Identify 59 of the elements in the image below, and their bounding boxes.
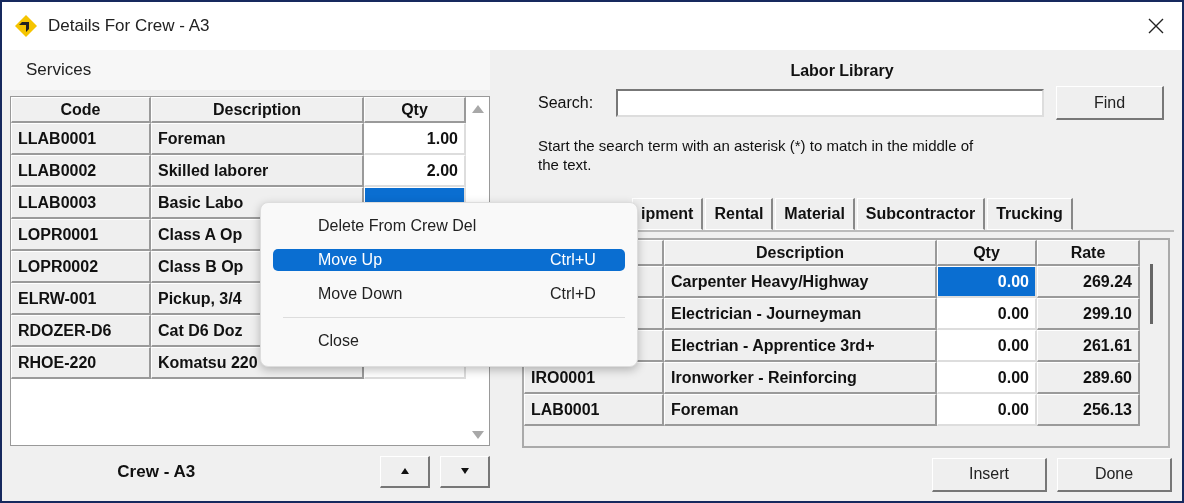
scrollbar-thumb[interactable] [1150, 264, 1153, 324]
table-cell: LOPR0001 [11, 219, 151, 251]
column-header[interactable]: Code [11, 97, 151, 123]
table-cell: ELRW-001 [11, 283, 151, 315]
column-header[interactable]: Rate [1037, 240, 1140, 266]
qty-cell[interactable]: 0.00 [937, 362, 1037, 394]
library-title: Labor Library [790, 62, 894, 79]
column-header[interactable]: Qty [364, 97, 466, 123]
table-cell: 261.61 [1037, 330, 1140, 362]
table-cell: LAB0001 [524, 394, 664, 426]
search-hint: Start the search term with an asterisk (*) to match in the middle of the text. [537, 136, 975, 174]
scroll-down-icon[interactable] [471, 431, 484, 439]
up-arrow-icon [400, 468, 409, 474]
category-tab[interactable]: Material [775, 198, 855, 230]
qty-cell[interactable]: 0.00 [937, 298, 1037, 330]
close-icon[interactable] [1148, 18, 1164, 34]
category-tab[interactable]: Subcontractor [856, 198, 986, 230]
table-cell: LLAB0002 [11, 155, 151, 187]
category-tab[interactable]: ipment [632, 198, 704, 230]
table-cell: RDOZER-D6 [11, 315, 151, 347]
panel-title: Services [26, 60, 92, 80]
down-arrow-icon [460, 468, 469, 474]
qty-cell[interactable]: 0.00 [937, 394, 1037, 426]
search-label: Search: [538, 94, 595, 112]
category-tab[interactable]: Rental [705, 198, 774, 230]
table-cell: Ironworker - Reinforcing [664, 362, 937, 394]
qty-cell[interactable]: 0.00 [937, 266, 1037, 298]
app-logo-icon [14, 14, 38, 38]
find-button[interactable]: Find [1056, 86, 1164, 120]
search-field[interactable] [616, 89, 1044, 117]
table-cell: Skilled laborer [151, 155, 364, 187]
dialog-button[interactable]: Insert [932, 457, 1047, 492]
window-title: Details For Crew - A3 [48, 16, 211, 36]
table-cell: Foreman [151, 123, 364, 155]
table-cell: 289.60 [1037, 362, 1140, 394]
scroll-up-icon[interactable] [471, 105, 484, 113]
table-cell: 256.13 [1037, 394, 1140, 426]
table-cell: Carpenter Heavy/Highway [664, 266, 937, 298]
column-header[interactable]: Description [664, 240, 937, 266]
table-cell: Electrian - Apprentice 3rd+ [664, 330, 937, 362]
table-cell: LLAB0001 [11, 123, 151, 155]
dialog-button[interactable]: Done [1057, 457, 1172, 492]
qty-cell[interactable]: 1.00 [364, 123, 466, 155]
table-cell: Foreman [664, 394, 937, 426]
table-cell: LOPR0002 [11, 251, 151, 283]
qty-cell[interactable]: 2.00 [364, 155, 466, 187]
table-cell: 269.24 [1037, 266, 1140, 298]
column-header[interactable]: Description [151, 97, 364, 123]
move-down-button[interactable] [440, 455, 490, 488]
category-tab[interactable]: Trucking [987, 198, 1073, 230]
table-cell: Electrician - Journeyman [664, 298, 937, 330]
move-up-button[interactable] [380, 455, 431, 488]
qty-cell[interactable]: 0.00 [937, 330, 1037, 362]
table-cell: 299.10 [1037, 298, 1140, 330]
table-cell: RHOE-220 [11, 347, 151, 379]
menu-item[interactable]: Move Up Ctrl+U [273, 249, 625, 271]
crew-label: Crew - A3 [116, 461, 197, 482]
table-cell: LLAB0003 [11, 187, 151, 219]
column-header[interactable]: Qty [937, 240, 1037, 266]
